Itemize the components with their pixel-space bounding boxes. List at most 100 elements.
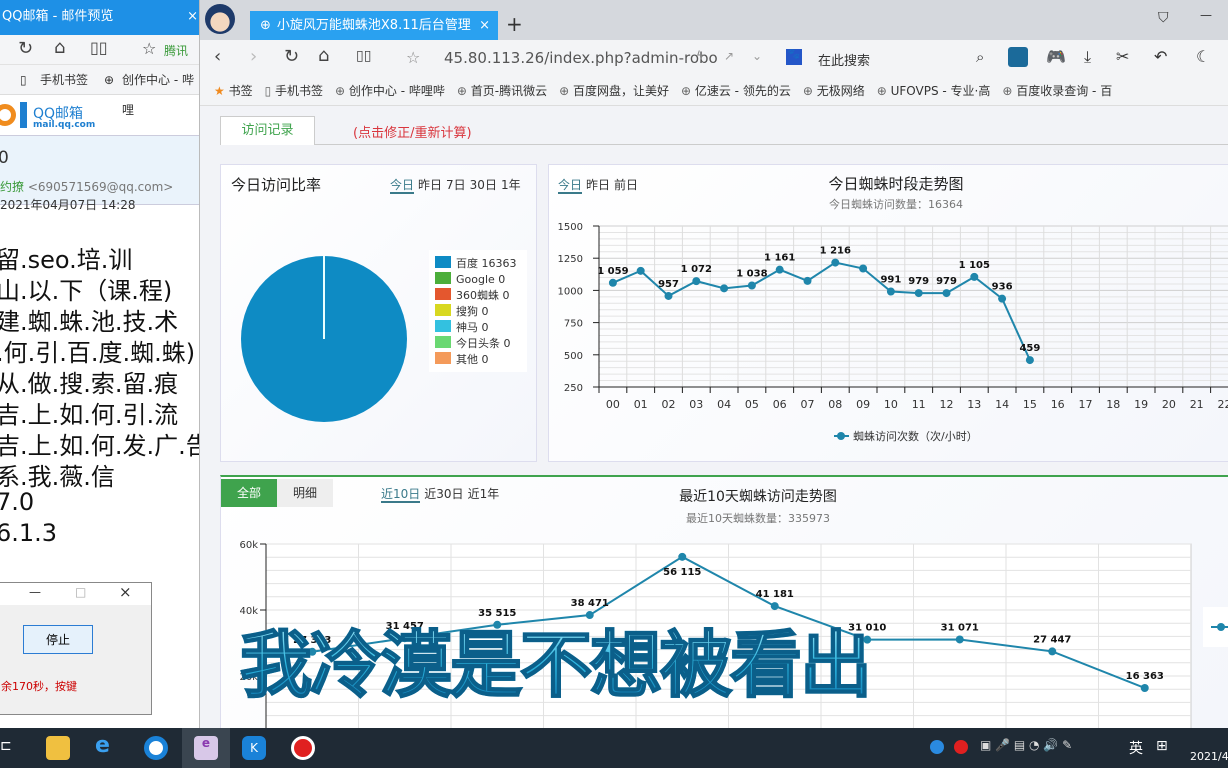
pie-panel: 今日访问比率 今日 昨日 7日 30日 1年 百度 16363 Google 0 360蜘蛛… bbox=[220, 164, 537, 462]
data-point bbox=[914, 289, 923, 298]
tab-active[interactable]: ⊕ 小旋风万能蜘蛛池X8.11后台管理 × bbox=[250, 11, 498, 40]
star-icon[interactable]: ☆ bbox=[406, 48, 420, 67]
game-icon[interactable]: 🎮 bbox=[1046, 47, 1066, 66]
x-tick-label: 10 bbox=[884, 398, 898, 411]
minimize-icon[interactable]: — bbox=[1200, 8, 1212, 22]
search-input[interactable]: 在此搜索 bbox=[818, 50, 870, 69]
data-label: 1 161 bbox=[764, 253, 795, 264]
new-tab-icon[interactable]: + bbox=[506, 12, 523, 36]
bookmark-item[interactable]: ▯ 手机书签 bbox=[264, 76, 323, 105]
back-icon[interactable]: ‹ bbox=[214, 46, 221, 67]
forward-icon[interactable]: › bbox=[250, 46, 257, 67]
lightning-icon[interactable]: ϟ bbox=[696, 49, 704, 63]
file-explorer-icon[interactable] bbox=[46, 736, 70, 760]
x-tick-label: 12 bbox=[940, 398, 954, 411]
bookmark-item[interactable]: 手机书签 bbox=[40, 65, 88, 95]
data-label: 979 bbox=[936, 276, 957, 287]
skin-icon[interactable]: ⛉ bbox=[1158, 10, 1169, 26]
data-label: 56 115 bbox=[663, 567, 701, 578]
globe-icon: ⊕ bbox=[876, 84, 891, 98]
undo-icon[interactable]: ↶ bbox=[1154, 47, 1167, 66]
x-tick-label: 09 bbox=[856, 398, 870, 411]
tray-icons[interactable]: ▣ 🎤 ▤ ◔ 🔊 ✎ bbox=[980, 738, 1072, 752]
countdown-message: 余170秒，按键 bbox=[1, 680, 77, 693]
bookmark-item[interactable]: ⊕ 亿速云 - 领先的云 bbox=[681, 76, 791, 105]
baidu-paw-icon[interactable]: 🐾 bbox=[786, 49, 802, 65]
chevron-down-icon[interactable]: ⌄ bbox=[752, 49, 762, 63]
sender-name[interactable]: 约撩 bbox=[0, 180, 24, 194]
ime-mode-icon[interactable]: ⊞ bbox=[1156, 738, 1168, 754]
reader-icon[interactable]: ▯▯ bbox=[90, 38, 108, 57]
address-bar: ‹ › ↻ ⌂ ▯▯ ☆ 45.80.113.26/index.php?admi… bbox=[200, 40, 1228, 76]
mail-body-line: 7.0 bbox=[0, 488, 35, 516]
tray-k-icon[interactable] bbox=[930, 740, 944, 754]
tray-record-icon[interactable] bbox=[954, 740, 968, 754]
star-icon: ★ bbox=[214, 84, 229, 98]
recalculate-link[interactable]: (点击修正/重新计算) bbox=[353, 122, 472, 141]
close-icon[interactable]: × bbox=[119, 583, 132, 601]
record-icon[interactable] bbox=[291, 736, 315, 760]
mail-body-line: .何.引.百.度.蜘.蛛) bbox=[0, 339, 196, 367]
globe-icon: ⊕ bbox=[260, 18, 271, 33]
data-label: 957 bbox=[658, 279, 679, 290]
bookmark-link[interactable]: 腾讯 bbox=[164, 42, 188, 59]
k-app-icon[interactable]: K bbox=[242, 736, 266, 760]
night-mode-icon[interactable]: ☾ bbox=[1196, 47, 1210, 66]
browser-app-icon[interactable] bbox=[144, 736, 168, 760]
legend-label: 蜘蛛访问次数（次/小时） bbox=[853, 429, 978, 443]
clock[interactable]: 2021/4 bbox=[1190, 750, 1228, 763]
data-point bbox=[747, 281, 756, 290]
data-label: 459 bbox=[1019, 343, 1040, 354]
minimize-icon[interactable]: — bbox=[29, 585, 41, 599]
editor-app-icon[interactable]: e bbox=[194, 736, 218, 760]
y-tick-label: 750 bbox=[564, 319, 583, 330]
x-tick-label: 06 bbox=[773, 398, 787, 411]
download-icon[interactable]: ⤓ bbox=[1084, 47, 1091, 67]
reader-icon[interactable]: ▯▯ bbox=[356, 48, 371, 64]
hour-line-chart: 今日蜘蛛时段走势图今日蜘蛛访问数量：1636415001250100075050… bbox=[558, 175, 1228, 443]
data-point bbox=[692, 277, 701, 286]
refresh-icon[interactable]: ↻ bbox=[284, 46, 299, 67]
globe-icon: ⊕ bbox=[559, 84, 573, 98]
ime-indicator[interactable]: 英 bbox=[1129, 738, 1143, 758]
search-icon[interactable]: ⌕ bbox=[976, 48, 984, 66]
scissors-icon[interactable]: ✂ bbox=[1116, 47, 1129, 66]
stop-button[interactable]: 停止 bbox=[23, 625, 93, 654]
task-view-icon[interactable]: ⊏ bbox=[0, 738, 12, 754]
close-icon[interactable]: × bbox=[187, 0, 198, 33]
x-tick-label: 13 bbox=[967, 398, 981, 411]
close-tab-icon[interactable]: × bbox=[479, 11, 490, 40]
bookmark-item[interactable]: ⊕ 百度收录查询 - 百 bbox=[1002, 76, 1112, 105]
ie-icon[interactable]: e bbox=[95, 735, 119, 759]
bookmark-label: 书签 bbox=[228, 84, 253, 98]
x-tick-label: 00 bbox=[606, 398, 620, 411]
share-icon[interactable]: ↗ bbox=[724, 49, 734, 63]
home-icon[interactable]: ⌂ bbox=[54, 37, 65, 58]
bookmarks-bar: ★ 书签 ▯ 手机书签 ⊕ 创作中心 - 哔哩哔 ⊕ 首页-腾讯微云 ⊕ 百度网盘，让美… bbox=[200, 76, 1228, 106]
taskbar: ⊏ e e K ▣ 🎤 ▤ ◔ 🔊 ✎ 英 ⊞ 2021/4 bbox=[0, 728, 1228, 768]
refresh-icon[interactable]: ↻ bbox=[18, 38, 33, 59]
avatar[interactable] bbox=[205, 4, 235, 34]
star-icon[interactable]: ☆ bbox=[142, 39, 156, 58]
bookmark-item[interactable]: ⊕ 百度网盘，让美好 bbox=[559, 76, 669, 105]
x-tick-label: 20 bbox=[1162, 398, 1176, 411]
url-input[interactable]: 45.80.113.26/index.php?admin-robo bbox=[444, 49, 718, 67]
x-tick-label: 02 bbox=[662, 398, 676, 411]
data-point bbox=[720, 284, 729, 293]
mail-body-line: 山.以.下（课.程) bbox=[0, 277, 173, 305]
phone-icon: ▯ bbox=[264, 84, 276, 98]
mail-subject: 0 bbox=[0, 148, 9, 168]
home-icon[interactable]: ⌂ bbox=[318, 45, 329, 66]
maximize-icon[interactable]: □ bbox=[75, 585, 86, 599]
bookmarks-folder[interactable]: ★ 书签 bbox=[214, 76, 253, 105]
mail-body-line: 留.seo.培.训 bbox=[0, 246, 133, 274]
bookmark-item[interactable]: ⊕ 首页-腾讯微云 bbox=[457, 76, 547, 105]
timer-dialog: — □ × 停止 余170秒，按键 bbox=[0, 582, 152, 715]
bookmark-item[interactable]: ⊕ UFOVPS - 专业·高 bbox=[876, 76, 991, 105]
bookmark-item[interactable]: ⊕ 创作中心 - 哔哩哔 bbox=[335, 76, 445, 105]
app-icon[interactable] bbox=[1008, 47, 1028, 67]
bookmark-item[interactable]: ⊕ 无极网络 bbox=[803, 76, 865, 105]
tab-visit-records[interactable]: 访问记录 bbox=[220, 116, 315, 145]
mail-body-line: 吉.上.如.何.引.流 bbox=[0, 401, 179, 429]
bookmarks-bar: ▯ 手机书签 ⊕ 创作中心 - 哔哩 bbox=[0, 65, 199, 117]
